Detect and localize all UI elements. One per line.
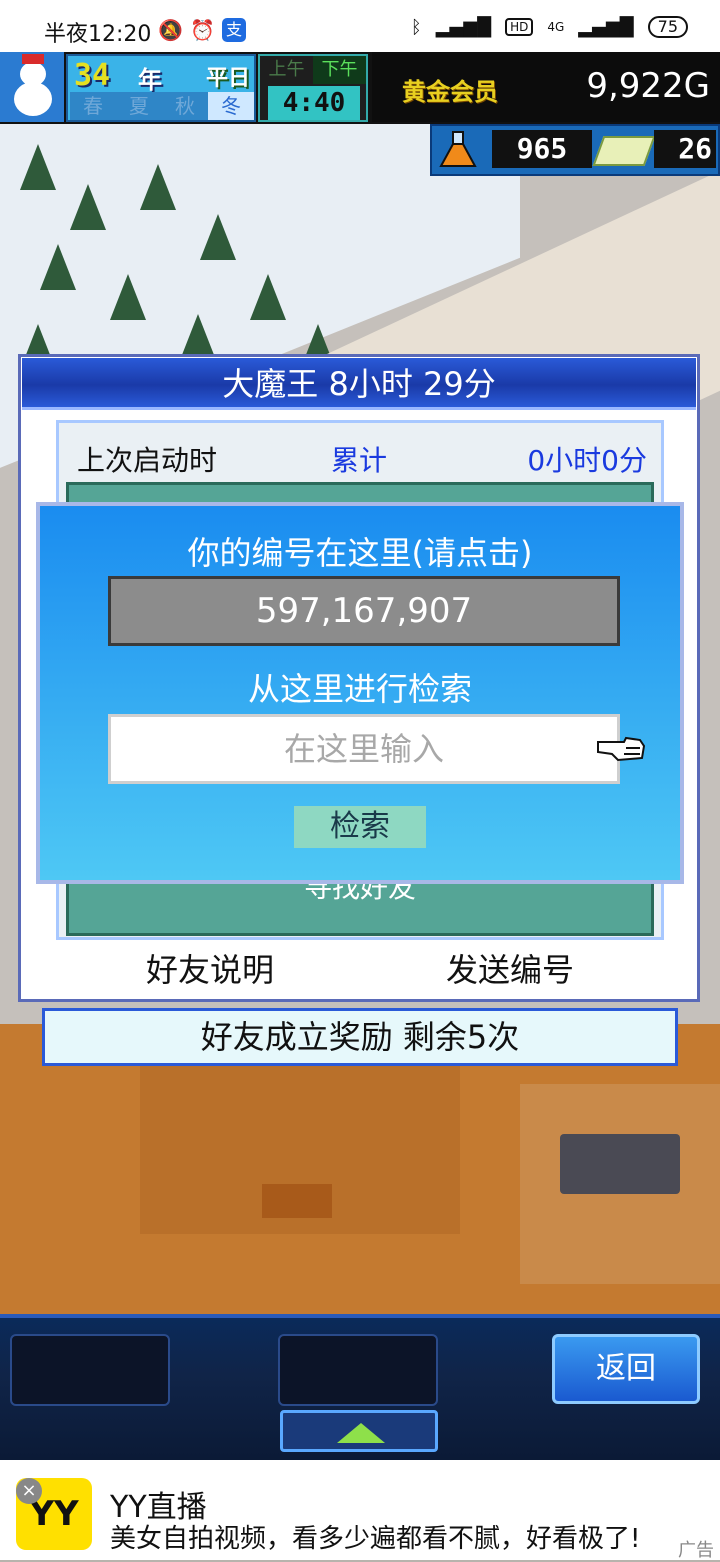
ad-description: 美女自拍视频，看多少遍都看不腻，好看极了! xyxy=(110,1524,641,1554)
season-row: 春 夏 秋 冬 xyxy=(70,92,254,120)
search-input[interactable]: 在这里输入 xyxy=(108,714,620,784)
ticket-icon xyxy=(592,136,656,166)
send-id-button[interactable]: 发送编号 xyxy=(400,944,620,996)
total-value: 0小时0分 xyxy=(527,444,647,477)
my-id-box[interactable]: 597,167,907 xyxy=(108,576,620,646)
bluetooth-icon: ᛒ xyxy=(410,16,422,38)
bench-icon xyxy=(262,1184,332,1218)
total-label: 累计 xyxy=(331,444,388,477)
tree-icon xyxy=(140,164,176,210)
year-value: 34 xyxy=(74,58,111,93)
search-button[interactable]: 检索 xyxy=(294,806,426,848)
network-type: 4G xyxy=(547,20,565,34)
gold-amount: 9,922G xyxy=(586,66,710,106)
dialog-title: 大魔王 8小时 29分 xyxy=(22,358,696,410)
research-points: 965 xyxy=(492,130,592,168)
ad-banner[interactable]: YY YY直播 美女自拍视频，看多少遍都看不腻，好看极了! 广告 xyxy=(0,1460,720,1561)
friend-reward-bar: 好友成立奖励 剩余5次 xyxy=(42,1008,678,1066)
season-summer: 夏 xyxy=(129,94,149,118)
tree-icon xyxy=(110,274,146,320)
ad-tag: 广告 xyxy=(678,1540,714,1561)
game-hud: 34 年 平日 春 夏 秋 冬 上午 下午 4:40 黄金会员 9,922G xyxy=(0,52,720,124)
tree-icon xyxy=(200,214,236,260)
flask-icon xyxy=(439,131,477,167)
bed-icon xyxy=(560,1134,680,1194)
silent-icon: 🔕 xyxy=(158,18,183,42)
expand-menu-button[interactable] xyxy=(280,1410,438,1452)
resource-panel[interactable]: 965 26 xyxy=(430,124,720,176)
friend-info-button[interactable]: 好友说明 xyxy=(100,944,320,996)
last-launch-label: 上次启动时 xyxy=(77,444,218,477)
search-label: 从这里进行检索 xyxy=(247,670,472,708)
am-pm-row: 上午 下午 xyxy=(260,56,366,84)
back-button[interactable]: 返回 xyxy=(552,1334,700,1404)
alarm-icon: ⏰ xyxy=(190,18,215,42)
tree-icon xyxy=(40,244,76,290)
status-right: ᛒ ▂▄▆█ HD 4G ▂▄▆█ 75 xyxy=(411,16,688,38)
pointing-hand-icon xyxy=(597,736,646,762)
clock-time: 4:40 xyxy=(268,86,360,120)
popup-title: 你的编号在这里(请点击) xyxy=(187,534,533,572)
app-notification-icon: 支 xyxy=(222,18,246,42)
status-time: 半夜12:20 xyxy=(44,22,152,47)
day-type: 平日 xyxy=(206,66,251,91)
gold-panel[interactable]: 黄金会员 9,922G xyxy=(372,52,720,122)
signal-icon: ▂▄▆█ xyxy=(435,16,492,38)
snowman-icon xyxy=(0,52,64,122)
menu-slot-2[interactable] xyxy=(278,1334,438,1406)
pm-label: 下午 xyxy=(313,56,366,84)
ticket-count: 26 xyxy=(654,130,716,168)
tree-icon xyxy=(250,274,286,320)
tree-icon xyxy=(70,184,106,230)
clock-panel: 上午 下午 4:40 xyxy=(258,54,368,122)
signal-icon-2: ▂▄▆█ xyxy=(578,16,634,38)
tree-icon xyxy=(20,144,56,190)
am-label: 上午 xyxy=(268,59,305,80)
year-unit: 年 xyxy=(138,66,162,94)
calendar-panel[interactable]: 34 年 平日 春 夏 秋 冬 xyxy=(66,54,256,122)
up-arrow-icon xyxy=(337,1423,385,1443)
season-winter: 冬 xyxy=(208,92,254,120)
menu-slot-1[interactable] xyxy=(10,1334,170,1406)
member-badge: 黄金会员 xyxy=(402,78,498,106)
season-spring: 春 xyxy=(83,94,103,118)
season-autumn: 秋 xyxy=(175,94,195,118)
close-icon[interactable]: × xyxy=(16,1478,42,1504)
status-bar: 半夜12:20 🔕 ⏰ 支 ᛒ ▂▄▆█ HD 4G ▂▄▆█ 75 xyxy=(0,0,720,60)
hd-badge: HD xyxy=(505,18,534,36)
battery-indicator: 75 xyxy=(647,16,688,38)
